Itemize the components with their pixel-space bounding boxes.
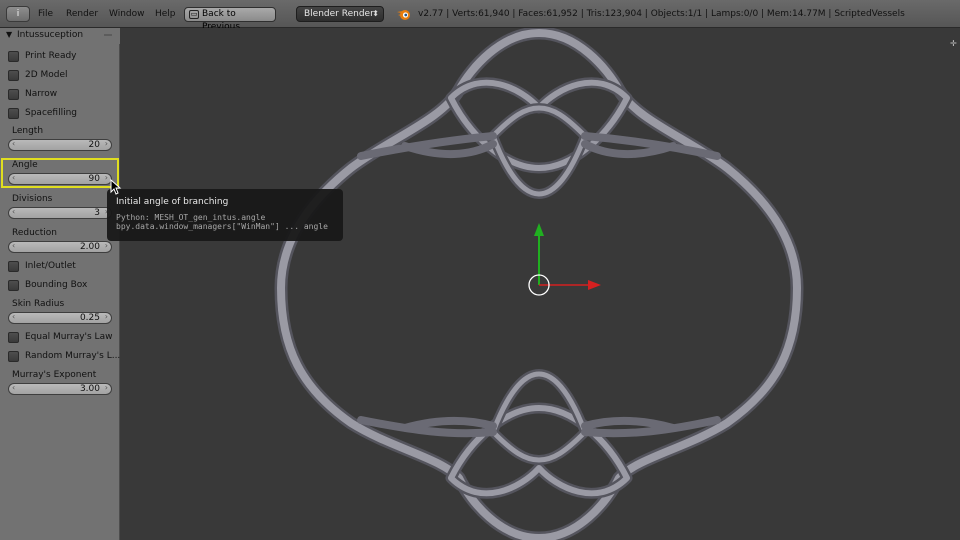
x-axis-arrow <box>588 280 601 290</box>
panel-title: Intussuception <box>17 30 84 40</box>
checkbox-box[interactable] <box>8 280 19 291</box>
divisions-value: 3 <box>94 208 100 218</box>
tooltip-path: bpy.data.window_managers["WinMan"] ... a… <box>116 222 328 231</box>
divisions-label: Divisions <box>12 194 53 204</box>
equal-murrays-law-checkbox[interactable]: Equal Murray's Law <box>8 330 118 346</box>
blender-logo-icon <box>397 10 410 20</box>
scene-stats: v2.77 | Verts:61,940 | Faces:61,952 | Tr… <box>418 9 905 19</box>
back-screen-icon: ▭ <box>189 10 199 19</box>
arrow-right-icon[interactable]: › <box>105 139 108 148</box>
checkbox-box[interactable] <box>8 351 19 362</box>
vessel-mesh <box>274 28 804 540</box>
arrow-left-icon[interactable]: ‹ <box>12 207 15 216</box>
menu-file[interactable]: File <box>38 0 53 28</box>
checkbox-label: Narrow <box>25 89 58 99</box>
checkbox-box[interactable] <box>8 51 19 62</box>
panel-header[interactable]: ▼ Intussuception <box>0 28 120 44</box>
arrow-left-icon[interactable]: ‹ <box>12 383 15 392</box>
checkbox-box[interactable] <box>8 70 19 81</box>
tooltip-python: Python: MESH_OT_gen_intus.angle <box>116 213 266 222</box>
narrow-checkbox[interactable]: Narrow <box>8 87 118 103</box>
murrays-exponent-value: 3.00 <box>79 384 100 394</box>
checkbox-label: 2D Model <box>25 70 68 80</box>
render-engine-dropdown[interactable]: Blender Render ⬍ <box>296 6 384 22</box>
mouse-cursor-icon <box>110 179 122 195</box>
back-to-previous-button[interactable]: ▭ Back to Previous <box>184 7 276 32</box>
divisions-field[interactable]: ‹ 3 › <box>8 207 112 219</box>
arrow-right-icon[interactable]: › <box>105 312 108 321</box>
length-field[interactable]: ‹ 20 › <box>8 139 112 151</box>
checkbox-label: Equal Murray's Law <box>25 332 113 342</box>
murrays-exponent-label: Murray's Exponent <box>12 370 97 380</box>
checkbox-box[interactable] <box>8 89 19 100</box>
3d-viewport[interactable]: ✛ <box>121 28 960 540</box>
menu-window[interactable]: Window <box>109 0 145 28</box>
arrow-left-icon[interactable]: ‹ <box>12 312 15 321</box>
arrow-right-icon[interactable]: › <box>105 241 108 250</box>
tool-shelf: ▼ Intussuception Print Ready 2D Model Na… <box>0 28 120 540</box>
reduction-value: 2.00 <box>79 242 100 252</box>
skin-radius-label: Skin Radius <box>12 299 65 309</box>
length-value: 20 <box>88 140 100 150</box>
info-header: i File Render Window Help ▭ Back to Prev… <box>0 0 960 32</box>
inlet-outlet-checkbox[interactable]: Inlet/Outlet <box>8 259 118 275</box>
skin-radius-field[interactable]: ‹ 0.25 › <box>8 312 112 324</box>
reduction-label: Reduction <box>12 228 57 238</box>
angle-highlight-frame <box>1 158 119 188</box>
render-engine-label: Blender Render <box>304 9 374 19</box>
tooltip-title: Initial angle of branching <box>116 197 229 207</box>
checkbox-label: Bounding Box <box>25 280 88 290</box>
bounding-box-checkbox[interactable]: Bounding Box <box>8 278 118 294</box>
collapse-triangle-icon: ▼ <box>6 30 13 39</box>
spacefilling-checkbox[interactable]: Spacefilling <box>8 106 118 122</box>
menu-help[interactable]: Help <box>155 0 176 28</box>
2d-model-checkbox[interactable]: 2D Model <box>8 68 118 84</box>
random-murrays-law-checkbox[interactable]: Random Murray's L... <box>8 349 121 365</box>
print-ready-checkbox[interactable]: Print Ready <box>8 49 118 65</box>
checkbox-box[interactable] <box>8 332 19 343</box>
checkbox-label: Spacefilling <box>25 108 78 118</box>
checkbox-label: Inlet/Outlet <box>25 261 76 271</box>
y-axis-arrow <box>534 223 544 236</box>
grip-icon[interactable] <box>104 34 112 36</box>
reduction-field[interactable]: ‹ 2.00 › <box>8 241 112 253</box>
menu-render[interactable]: Render <box>66 0 98 28</box>
dropdown-arrows-icon: ⬍ <box>372 9 379 18</box>
angle-tooltip: Initial angle of branching Python: MESH_… <box>107 189 343 241</box>
arrow-left-icon[interactable]: ‹ <box>12 139 15 148</box>
arrow-right-icon[interactable]: › <box>105 383 108 392</box>
top-crossbar <box>357 132 721 160</box>
length-label: Length <box>12 126 44 136</box>
skin-radius-value: 0.25 <box>79 313 100 323</box>
top-vessel-eye <box>445 77 633 174</box>
arrow-left-icon[interactable]: ‹ <box>12 241 15 250</box>
checkbox-box[interactable] <box>8 261 19 272</box>
checkbox-label: Print Ready <box>25 51 77 61</box>
info-icon: i <box>16 9 20 19</box>
editor-type-selector[interactable]: i <box>6 6 30 22</box>
checkbox-box[interactable] <box>8 108 19 119</box>
murrays-exponent-field[interactable]: ‹ 3.00 › <box>8 383 112 395</box>
plus-icon[interactable]: ✛ <box>950 40 957 48</box>
checkbox-label: Random Murray's L... <box>25 351 121 361</box>
bottom-crossbar <box>357 416 721 438</box>
